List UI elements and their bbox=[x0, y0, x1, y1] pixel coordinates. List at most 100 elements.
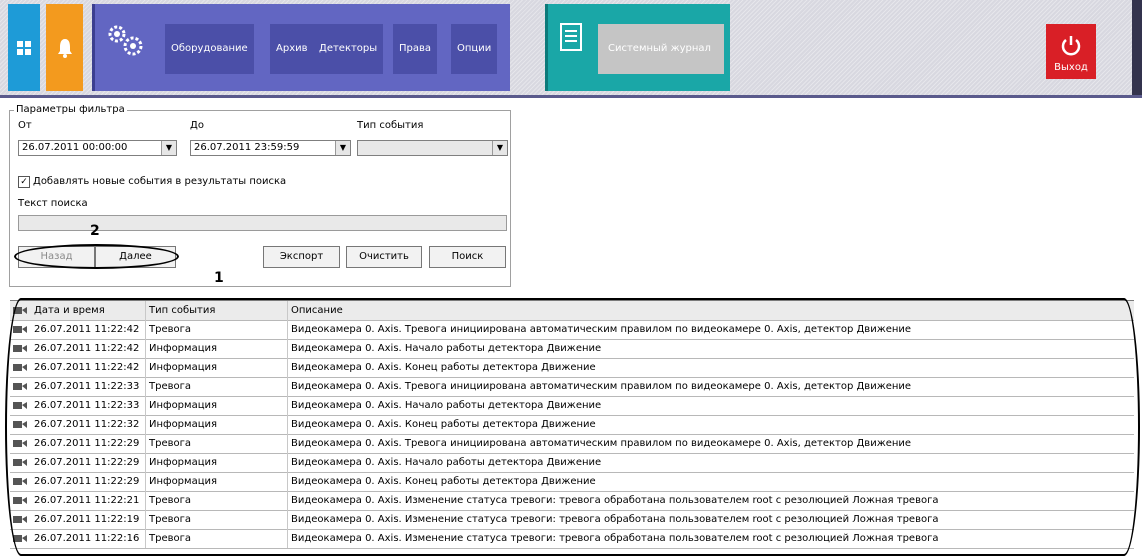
row-camera-cell bbox=[10, 434, 32, 453]
cell-description: Видеокамера 0. Axis. Начало работы детек… bbox=[291, 457, 602, 468]
table-row[interactable]: 26.07.2011 11:22:33 Тревога Видеокамера 0.… bbox=[10, 377, 1134, 397]
alarms-tile[interactable] bbox=[46, 4, 83, 91]
cell-event-type: Тревога bbox=[147, 491, 288, 510]
table-row[interactable]: 26.07.2011 11:22:29 Тревога Видеокамера 0.… bbox=[10, 434, 1134, 454]
callout-1: 1 bbox=[214, 270, 224, 286]
journal-group: Системный журнал bbox=[545, 4, 730, 91]
layouts-tile[interactable] bbox=[8, 4, 40, 91]
search-button[interactable]: Поиск bbox=[429, 246, 506, 268]
cell-event-type: Тревога bbox=[147, 510, 288, 529]
gears-icon bbox=[103, 22, 157, 72]
event-type-select[interactable]: ▼ bbox=[357, 140, 508, 156]
table-row[interactable]: 26.07.2011 11:22:19 Тревога Видеокамера 0.… bbox=[10, 510, 1134, 530]
menu-archive[interactable]: Архив bbox=[270, 24, 314, 74]
row-camera-cell bbox=[10, 358, 32, 377]
camera-icon bbox=[13, 516, 27, 523]
toolbar-edge bbox=[1132, 0, 1142, 98]
menu-detectors[interactable]: Детекторы bbox=[313, 24, 384, 74]
filter-legend: Параметры фильтра bbox=[14, 104, 127, 115]
camera-icon bbox=[13, 459, 27, 466]
cell-datetime: 26.07.2011 11:22:29 bbox=[32, 434, 146, 453]
row-camera-cell bbox=[10, 339, 32, 358]
table-row[interactable]: 26.07.2011 11:22:32 Информация Видеокамера… bbox=[10, 415, 1134, 435]
row-camera-cell bbox=[10, 415, 32, 434]
cell-event-type: Информация bbox=[147, 396, 288, 415]
cell-datetime: 26.07.2011 11:22:16 bbox=[32, 529, 146, 548]
cell-event-type: Информация bbox=[147, 358, 288, 377]
camera-icon bbox=[13, 421, 27, 428]
event-type-label: Тип события bbox=[357, 120, 424, 131]
chevron-down-icon: ▼ bbox=[161, 141, 176, 155]
export-button[interactable]: Экспорт bbox=[263, 246, 340, 268]
table-header: Дата и время Тип события Описание bbox=[10, 301, 1134, 321]
cell-datetime: 26.07.2011 11:22:33 bbox=[32, 377, 146, 396]
source-column-header[interactable] bbox=[10, 301, 32, 320]
from-datetime-select[interactable]: 26.07.2011 00:00:00 ▼ bbox=[18, 140, 177, 156]
row-camera-cell bbox=[10, 320, 32, 339]
bell-icon bbox=[57, 38, 72, 58]
cell-event-type: Информация bbox=[147, 339, 288, 358]
cell-description: Видеокамера 0. Axis. Тревога инициирован… bbox=[291, 381, 912, 392]
from-label: От bbox=[18, 120, 32, 131]
toolbar-divider bbox=[0, 95, 1142, 98]
cell-description: Видеокамера 0. Axis. Изменение статуса т… bbox=[291, 495, 939, 506]
table-row[interactable]: 26.07.2011 11:22:42 Информация Видеокамера… bbox=[10, 339, 1134, 359]
camera-icon bbox=[13, 535, 27, 542]
callout-2: 2 bbox=[90, 223, 100, 239]
exit-label: Выход bbox=[1054, 62, 1088, 73]
table-row[interactable]: 26.07.2011 11:22:29 Информация Видеокамера… bbox=[10, 472, 1134, 492]
settings-menu-group: Оборудование Архив Детекторы Права Опции bbox=[92, 4, 510, 91]
cell-description: Видеокамера 0. Axis. Тревога инициирован… bbox=[291, 324, 912, 335]
cell-description: Видеокамера 0. Axis. Тревога инициирован… bbox=[291, 438, 912, 449]
append-results-label: Добавлять новые события в результаты пои… bbox=[33, 176, 287, 187]
column-header-description[interactable]: Описание bbox=[289, 301, 1134, 320]
cell-datetime: 26.07.2011 11:22:32 bbox=[32, 415, 146, 434]
grid-icon bbox=[17, 40, 31, 55]
table-row[interactable]: 26.07.2011 11:22:33 Информация Видеокамера… bbox=[10, 396, 1134, 416]
menu-options[interactable]: Опции bbox=[451, 24, 498, 74]
table-row[interactable]: 26.07.2011 11:22:29 Информация Видеокамера… bbox=[10, 453, 1134, 473]
menu-rights[interactable]: Права bbox=[393, 24, 438, 74]
row-camera-cell bbox=[10, 491, 32, 510]
cell-datetime: 26.07.2011 11:22:29 bbox=[32, 472, 146, 491]
power-icon bbox=[1061, 36, 1081, 56]
search-text-label: Текст поиска bbox=[18, 198, 88, 209]
cell-description: Видеокамера 0. Axis. Начало работы детек… bbox=[291, 343, 602, 354]
table-row[interactable]: 26.07.2011 11:22:42 Тревога Видеокамера 0.… bbox=[10, 320, 1134, 340]
exit-button[interactable]: Выход bbox=[1046, 24, 1096, 79]
row-camera-cell bbox=[10, 529, 32, 548]
system-journal-button[interactable]: Системный журнал bbox=[598, 24, 724, 74]
cell-event-type: Тревога bbox=[147, 377, 288, 396]
cell-datetime: 26.07.2011 11:22:21 bbox=[32, 491, 146, 510]
to-datetime-select[interactable]: 26.07.2011 23:59:59 ▼ bbox=[190, 140, 351, 156]
nav-buttons-highlight bbox=[14, 244, 179, 269]
cell-description: Видеокамера 0. Axis. Изменение статуса т… bbox=[291, 514, 939, 525]
table-row[interactable]: 26.07.2011 11:22:42 Информация Видеокамера… bbox=[10, 358, 1134, 378]
cell-datetime: 26.07.2011 11:22:42 bbox=[32, 339, 146, 358]
camera-icon bbox=[13, 478, 27, 485]
table-row[interactable]: 26.07.2011 11:22:16 Тревога Видеокамера 0.… bbox=[10, 529, 1134, 549]
row-camera-cell bbox=[10, 377, 32, 396]
camera-icon bbox=[13, 364, 27, 371]
row-camera-cell bbox=[10, 396, 32, 415]
events-table: Дата и время Тип события Описание 26.07.… bbox=[10, 300, 1134, 557]
camera-icon bbox=[13, 383, 27, 390]
cell-event-type: Тревога bbox=[147, 529, 288, 548]
cell-event-type: Тревога bbox=[147, 434, 288, 453]
chevron-down-icon: ▼ bbox=[492, 141, 507, 155]
camera-icon bbox=[13, 497, 27, 504]
clear-button[interactable]: Очистить bbox=[346, 246, 422, 268]
column-header-type[interactable]: Тип события bbox=[147, 301, 288, 320]
cell-description: Видеокамера 0. Axis. Конец работы детект… bbox=[291, 476, 596, 487]
cell-event-type: Тревога bbox=[147, 320, 288, 339]
cell-event-type: Информация bbox=[147, 415, 288, 434]
table-row[interactable]: 26.07.2011 11:22:21 Тревога Видеокамера 0.… bbox=[10, 491, 1134, 511]
cell-datetime: 26.07.2011 11:22:29 bbox=[32, 453, 146, 472]
append-results-checkbox[interactable]: ✓ bbox=[18, 176, 30, 188]
cell-description: Видеокамера 0. Axis. Изменение статуса т… bbox=[291, 533, 939, 544]
camera-icon bbox=[13, 402, 27, 409]
menu-equipment[interactable]: Оборудование bbox=[165, 24, 254, 74]
column-header-datetime[interactable]: Дата и время bbox=[32, 301, 146, 320]
cell-datetime: 26.07.2011 11:22:19 bbox=[32, 510, 146, 529]
cell-datetime: 26.07.2011 11:22:42 bbox=[32, 320, 146, 339]
